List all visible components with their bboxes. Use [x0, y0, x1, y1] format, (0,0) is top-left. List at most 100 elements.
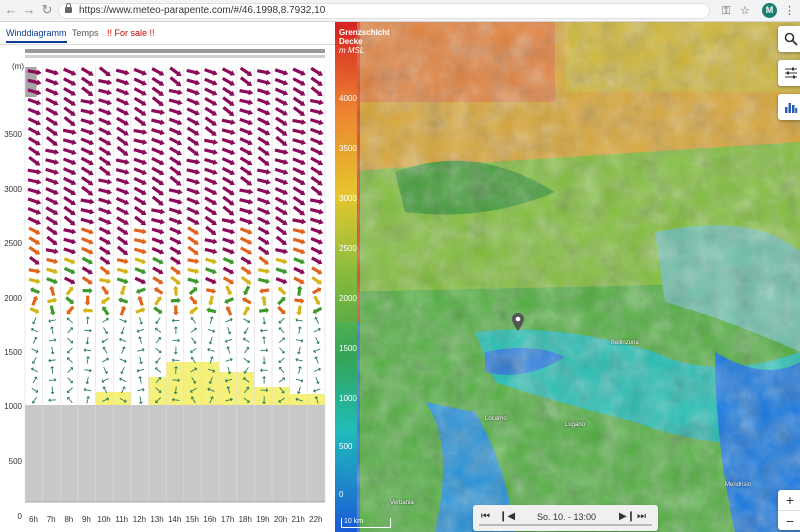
wind-arrow — [27, 98, 42, 106]
wind-arrow — [170, 297, 181, 304]
wind-arrow — [240, 275, 252, 285]
wind-arrow — [274, 177, 289, 186]
wind-arrow — [32, 336, 38, 344]
wind-arrow — [292, 247, 306, 255]
wind-arrow — [86, 395, 90, 404]
wind-arrow — [310, 185, 323, 196]
wind-arrow — [155, 337, 162, 344]
wind-arrow — [133, 167, 148, 176]
wind-arrow — [46, 225, 58, 235]
wind-arrow — [80, 118, 95, 126]
skip-first-icon[interactable]: ⏮ — [481, 511, 490, 522]
wind-arrow — [115, 107, 130, 116]
skip-last-icon[interactable]: ⏭ — [637, 511, 646, 522]
wind-arrow — [27, 187, 42, 195]
wind-arrow — [45, 148, 60, 155]
wind-arrow — [116, 226, 129, 235]
wind-arrow — [45, 68, 60, 76]
wind-arrow — [186, 107, 200, 116]
wind-arrow — [98, 146, 112, 156]
wind-arrow — [99, 265, 111, 275]
wind-arrow — [292, 147, 307, 156]
wind-arrow — [311, 275, 322, 285]
terrain-map[interactable] — [335, 22, 800, 532]
wind-arrow — [102, 317, 109, 323]
wind-arrow — [204, 87, 218, 96]
wind-arrow — [189, 306, 199, 314]
wind-arrow — [80, 127, 95, 136]
key-icon[interactable]: ⚿ — [722, 4, 730, 18]
wind-arrow — [222, 96, 235, 106]
wind-arrow — [27, 178, 42, 185]
zoom-out-button[interactable]: − — [778, 510, 800, 531]
step-back-icon[interactable]: ❙◀ — [499, 511, 515, 522]
wind-arrow — [222, 186, 235, 196]
x-tick-label: 13h — [150, 515, 164, 524]
map-panel[interactable]: Grenzschicht Decke m MSL 4000 3500 3000 … — [335, 22, 800, 532]
sliders-icon[interactable] — [778, 60, 800, 86]
wind-arrow — [115, 68, 130, 76]
reload-icon[interactable]: ↻ — [40, 3, 54, 17]
wind-arrow — [28, 236, 41, 245]
wind-arrow — [292, 237, 306, 245]
wind-arrow — [310, 227, 324, 235]
wind-arrow — [257, 226, 270, 235]
wind-arrow — [257, 268, 271, 275]
wind-arrow — [63, 176, 77, 186]
wind-arrow — [168, 188, 183, 195]
wind-arrow — [221, 77, 235, 86]
wind-arrow — [133, 67, 148, 76]
location-pin-icon[interactable] — [512, 313, 524, 331]
x-tick-label: 10h — [97, 515, 111, 524]
bar-chart-icon[interactable] — [778, 94, 800, 120]
wind-arrow — [120, 366, 125, 374]
arrow-right-icon[interactable]: → — [22, 3, 36, 17]
wind-arrow — [186, 116, 200, 126]
wind-arrow — [221, 218, 236, 225]
avatar[interactable]: M — [762, 3, 777, 18]
wind-arrow — [309, 198, 324, 205]
wind-arrow — [98, 188, 113, 195]
wind-arrow — [262, 356, 267, 365]
wind-arrow — [151, 166, 165, 176]
wind-arrow — [204, 116, 217, 126]
wind-arrow — [257, 146, 270, 156]
wind-arrow — [115, 158, 130, 165]
wind-arrow — [292, 228, 306, 235]
wind-arrow — [27, 207, 42, 215]
wind-arrow — [134, 215, 147, 226]
wind-arrow — [45, 248, 59, 255]
step-forward-icon[interactable]: ▶❙ — [619, 511, 635, 522]
wind-arrow — [99, 256, 111, 265]
wind-arrow — [203, 138, 219, 145]
wind-arrow — [315, 376, 320, 385]
x-tick-label: 8h — [64, 515, 74, 524]
wind-arrow — [225, 305, 233, 316]
wind-arrow — [115, 187, 130, 195]
zoom-in-button[interactable]: + — [778, 490, 800, 510]
wind-arrow — [224, 297, 235, 305]
wind-arrow — [186, 206, 200, 215]
wind-arrow — [154, 327, 162, 333]
wind-arrow — [155, 317, 161, 324]
wind-arrow — [49, 285, 56, 296]
wind-arrow — [47, 297, 58, 304]
wind-arrow — [275, 257, 288, 265]
wind-arrow — [239, 207, 254, 215]
wind-arrow — [151, 237, 165, 245]
wind-arrow — [120, 327, 125, 335]
wind-arrow — [30, 327, 39, 333]
wind-arrow — [278, 327, 285, 334]
search-icon[interactable] — [778, 26, 800, 52]
wind-arrow — [168, 117, 183, 126]
place-label: Verbania — [390, 500, 414, 506]
menu-dots-icon[interactable]: ⋮ — [784, 4, 795, 18]
wind-arrow — [274, 167, 289, 175]
legend-tick: 0 — [339, 490, 344, 499]
star-icon[interactable]: ☆ — [740, 4, 750, 18]
time-slider[interactable] — [479, 524, 652, 526]
arrow-left-icon[interactable]: ← — [4, 3, 18, 17]
address-bar[interactable]: https://www.meteo-parapente.com/#/46.199… — [58, 3, 710, 19]
wind-arrow — [204, 238, 218, 245]
wind-arrow — [239, 108, 254, 116]
